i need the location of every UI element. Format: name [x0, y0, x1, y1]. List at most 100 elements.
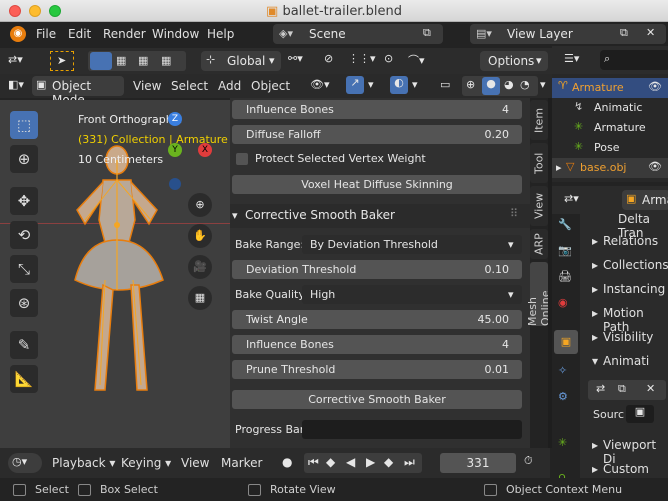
collections-panel[interactable]: Collections: [603, 258, 668, 272]
deviation-threshold-field[interactable]: Deviation Threshold 0.10: [232, 260, 522, 279]
protect-weight-checkbox[interactable]: [236, 153, 248, 165]
influence-bones-field[interactable]: Influence Bones 4: [232, 100, 522, 119]
corrective-smooth-baker-button[interactable]: Corrective Smooth Baker: [232, 390, 522, 409]
outliner-item-pose[interactable]: ✳ Pose: [552, 138, 668, 158]
selection-mode-buttons[interactable]: ▦ ▦ ▦: [88, 51, 186, 71]
remove-view-layer-icon[interactable]: ✕: [646, 26, 655, 39]
pan-hand-icon[interactable]: ✋: [188, 224, 212, 248]
select-box-tool-icon[interactable]: ⬚: [10, 111, 38, 139]
expand-icon[interactable]: ▸: [592, 234, 598, 248]
zoom-icon[interactable]: ⊕: [188, 193, 212, 217]
wireframe-shading-icon[interactable]: ⊕: [466, 78, 475, 91]
copy-scene-icon[interactable]: ⧉: [423, 26, 431, 40]
menu-view[interactable]: View: [181, 456, 209, 470]
shading-options-icon[interactable]: ▾: [540, 78, 546, 91]
axis-z-icon[interactable]: Z: [168, 112, 182, 126]
menu-add[interactable]: Add: [218, 79, 241, 93]
render-tab-icon[interactable]: 📷: [558, 244, 572, 257]
chevron-down-icon[interactable]: ▾: [368, 78, 374, 91]
select-tool-icon[interactable]: ➤: [50, 51, 74, 71]
tool-tab-icon[interactable]: 🔧: [558, 218, 572, 231]
transform-orientation-dropdown[interactable]: ⊹ Global ▾: [201, 51, 281, 71]
twist-angle-field[interactable]: Twist Angle 45.00: [232, 310, 522, 329]
playback-controls[interactable]: ⏮ ◆ ◀ ▶ ◆ ⏭: [304, 453, 422, 473]
menu-file[interactable]: File: [36, 27, 56, 41]
visibility-icon[interactable]: 👁▾: [310, 78, 330, 91]
cursor-tool-icon[interactable]: ⊕: [10, 145, 38, 173]
stopwatch-icon[interactable]: ⏱: [524, 454, 533, 468]
menu-playback[interactable]: Playback ▾: [52, 456, 115, 470]
source-field[interactable]: ▣: [626, 405, 654, 423]
bake-range-dropdown[interactable]: By Deviation Threshold ▾: [302, 235, 522, 254]
jump-end-icon[interactable]: ⏭: [404, 455, 415, 470]
action-browse-icon[interactable]: ⇄: [596, 382, 605, 395]
ortho-grid-icon[interactable]: ▦: [188, 286, 212, 310]
pivot-point-icon[interactable]: ⚯▾: [288, 52, 303, 65]
axis-neg-z-icon[interactable]: [169, 178, 181, 190]
tab-mesh-online[interactable]: Mesh Online: [526, 262, 552, 326]
gizmo-toggle-icon[interactable]: ↗: [346, 76, 364, 94]
bone-tab-icon[interactable]: ✳: [558, 436, 567, 449]
chevron-down-icon[interactable]: ▾: [412, 78, 418, 91]
menu-object[interactable]: Object: [251, 79, 290, 93]
outliner-editor-icon[interactable]: ☰▾: [564, 52, 579, 65]
influence-bones-field-2[interactable]: Influence Bones 4: [232, 335, 522, 354]
timeline-editor-type[interactable]: ◷▾: [8, 453, 42, 473]
current-frame-field[interactable]: 331: [440, 453, 516, 473]
visibility-eye-icon[interactable]: 👁: [648, 160, 662, 173]
expand-icon[interactable]: ▸: [592, 258, 598, 272]
relations-panel[interactable]: Relations: [603, 234, 658, 248]
overlays-icon[interactable]: ◐: [390, 76, 408, 94]
axis-x-icon[interactable]: X: [198, 143, 212, 157]
expand-icon[interactable]: ▸: [592, 306, 598, 320]
outliner-item-armature-data[interactable]: ✳ Armature: [552, 118, 668, 138]
expand-icon[interactable]: ▸: [556, 161, 562, 174]
menu-render[interactable]: Render: [103, 27, 146, 41]
expand-icon[interactable]: ▸: [592, 282, 598, 296]
next-keyframe-icon[interactable]: ◆: [384, 455, 393, 469]
expand-icon[interactable]: ▸: [592, 438, 598, 452]
proportional-editing-icon[interactable]: ⊙: [384, 52, 393, 65]
properties-editor-icon[interactable]: ⇄▾: [564, 192, 579, 205]
options-dropdown[interactable]: Options ▾: [480, 51, 548, 71]
xray-icon[interactable]: ▭: [440, 78, 450, 91]
world-tab-icon[interactable]: ◉: [558, 296, 568, 309]
drag-handle-icon[interactable]: ⠿: [510, 207, 518, 220]
outliner-search-input[interactable]: ⌕: [600, 50, 668, 70]
prune-threshold-field[interactable]: Prune Threshold 0.01: [232, 360, 522, 379]
tab-item[interactable]: Item: [530, 100, 548, 140]
corrective-smooth-section-header[interactable]: ▾ Corrective Smooth Baker ⠿: [230, 204, 530, 228]
falloff-icon[interactable]: ⌒▾: [408, 52, 425, 68]
collapse-icon[interactable]: ▾: [592, 354, 598, 368]
animation-action-buttons[interactable]: ⇄ ⧉ ✕: [588, 380, 666, 400]
outliner-item-base-obj[interactable]: ▸ ▽ base.obj 👁: [552, 158, 668, 178]
expand-icon[interactable]: ▸: [592, 462, 598, 476]
menu-window[interactable]: Window: [152, 27, 199, 41]
object-name-field[interactable]: ▣ Armatu: [622, 190, 668, 210]
editor-type-icon[interactable]: ◧▾: [8, 78, 24, 91]
view-layer-selector[interactable]: ▤▾ View Layer ⧉ ✕: [470, 24, 666, 44]
material-shading-icon[interactable]: ◕: [504, 78, 514, 91]
animation-panel[interactable]: Animati: [603, 354, 649, 368]
axis-y-icon[interactable]: Y: [168, 143, 182, 157]
visibility-eye-icon[interactable]: 👁: [648, 80, 662, 93]
action-unlink-icon[interactable]: ✕: [646, 382, 655, 395]
annotate-tool-icon[interactable]: ✎: [10, 331, 38, 359]
copy-view-layer-icon[interactable]: ⧉: [620, 26, 628, 40]
diffuse-falloff-field[interactable]: Diffuse Falloff 0.20: [232, 125, 522, 144]
scale-tool-icon[interactable]: ⤡: [10, 255, 38, 283]
intersect-selection-icon[interactable]: ▦: [161, 54, 171, 67]
3d-viewport[interactable]: Front Orthographic (331) Collection | Ar…: [0, 100, 230, 448]
editor-type-icon[interactable]: ⇄▾: [8, 53, 23, 66]
outliner-item-animatic[interactable]: ↯ Animatic: [552, 98, 668, 118]
menu-keying[interactable]: Keying ▾: [121, 456, 171, 470]
object-tab-icon[interactable]: ▣: [554, 330, 578, 354]
menu-help[interactable]: Help: [207, 27, 234, 41]
shading-mode-buttons[interactable]: ⊕ ● ◕ ◔: [462, 76, 538, 96]
camera-icon[interactable]: 🎥: [188, 255, 212, 279]
bake-quality-dropdown[interactable]: High ▾: [302, 285, 522, 304]
expand-icon[interactable]: ▸: [592, 330, 598, 344]
play-icon[interactable]: ▶: [366, 455, 375, 469]
tab-tool[interactable]: Tool: [530, 143, 548, 183]
blender-logo-icon[interactable]: ◉: [10, 26, 26, 42]
